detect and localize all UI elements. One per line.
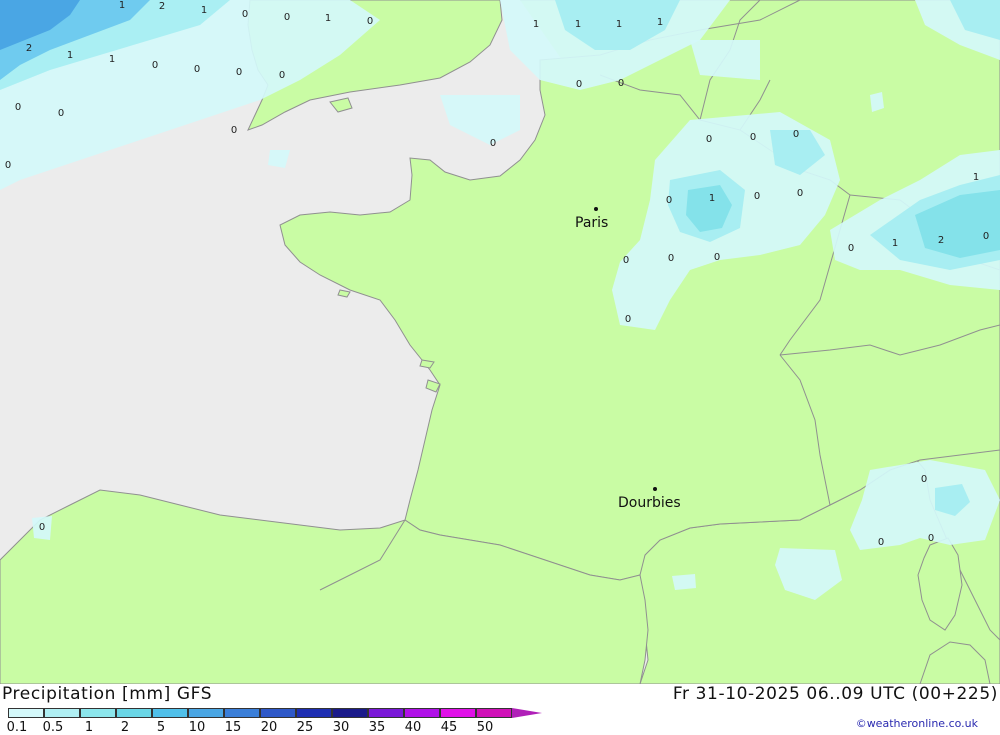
svg-text:0: 0 bbox=[39, 522, 45, 533]
svg-text:1: 1 bbox=[109, 54, 115, 65]
legend-arrow-icon bbox=[512, 708, 542, 718]
svg-text:0: 0 bbox=[367, 16, 373, 27]
svg-text:0: 0 bbox=[625, 314, 631, 325]
legend-swatch bbox=[440, 708, 476, 718]
svg-text:0: 0 bbox=[793, 129, 799, 140]
legend-swatch bbox=[404, 708, 440, 718]
svg-text:1: 1 bbox=[67, 50, 73, 61]
svg-text:0: 0 bbox=[58, 108, 64, 119]
legend-swatch bbox=[80, 708, 116, 718]
svg-text:0: 0 bbox=[5, 160, 11, 171]
legend-swatch bbox=[332, 708, 368, 718]
city-label: Paris bbox=[575, 215, 608, 231]
svg-text:2: 2 bbox=[159, 1, 165, 12]
svg-text:0: 0 bbox=[623, 255, 629, 266]
svg-text:0: 0 bbox=[284, 12, 290, 23]
svg-text:1: 1 bbox=[119, 0, 125, 11]
svg-text:1: 1 bbox=[616, 19, 622, 30]
legend-swatch bbox=[368, 708, 404, 718]
svg-text:0: 0 bbox=[152, 60, 158, 71]
svg-text:0: 0 bbox=[15, 102, 21, 113]
legend-swatch bbox=[44, 708, 80, 718]
svg-text:1: 1 bbox=[709, 193, 715, 204]
svg-text:1: 1 bbox=[657, 17, 663, 28]
svg-text:1: 1 bbox=[575, 19, 581, 30]
city-marker-icon bbox=[594, 207, 598, 211]
svg-text:0: 0 bbox=[848, 243, 854, 254]
map-canvas: 1 2 1 0 0 1 0 2 1 1 0 0 0 0 0 0 0 0 1 1 … bbox=[0, 0, 1000, 684]
svg-text:0: 0 bbox=[194, 64, 200, 75]
precipitation-map[interactable]: 1 2 1 0 0 1 0 2 1 1 0 0 0 0 0 0 0 0 1 1 … bbox=[0, 0, 1000, 684]
legend-swatch bbox=[260, 708, 296, 718]
svg-text:0: 0 bbox=[797, 188, 803, 199]
svg-text:1: 1 bbox=[201, 5, 207, 16]
svg-text:0: 0 bbox=[231, 125, 237, 136]
svg-text:0: 0 bbox=[242, 9, 248, 20]
svg-text:0: 0 bbox=[666, 195, 672, 206]
svg-text:0: 0 bbox=[714, 252, 720, 263]
svg-text:0: 0 bbox=[576, 79, 582, 90]
svg-text:0: 0 bbox=[618, 78, 624, 89]
map-footer: Precipitation [mm] GFS Fr 31-10-2025 06.… bbox=[0, 684, 1000, 735]
city-marker-icon bbox=[653, 487, 657, 491]
map-title: Precipitation [mm] GFS bbox=[2, 684, 213, 704]
legend-swatch bbox=[296, 708, 332, 718]
svg-text:0: 0 bbox=[706, 134, 712, 145]
legend-swatch bbox=[116, 708, 152, 718]
legend-swatch bbox=[188, 708, 224, 718]
svg-text:0: 0 bbox=[928, 533, 934, 544]
svg-text:0: 0 bbox=[236, 67, 242, 78]
legend-swatch bbox=[224, 708, 260, 718]
legend-swatch bbox=[8, 708, 44, 718]
svg-text:1: 1 bbox=[533, 19, 539, 30]
svg-text:0: 0 bbox=[750, 132, 756, 143]
svg-text:1: 1 bbox=[325, 13, 331, 24]
svg-text:0: 0 bbox=[983, 231, 989, 242]
svg-text:2: 2 bbox=[938, 235, 944, 246]
svg-text:0: 0 bbox=[921, 474, 927, 485]
svg-text:0: 0 bbox=[878, 537, 884, 548]
svg-text:1: 1 bbox=[973, 172, 979, 183]
svg-text:1: 1 bbox=[892, 238, 898, 249]
svg-text:2: 2 bbox=[26, 43, 32, 54]
svg-text:0: 0 bbox=[754, 191, 760, 202]
legend-swatch bbox=[476, 708, 512, 718]
svg-text:0: 0 bbox=[490, 138, 496, 149]
forecast-timestamp: Fr 31-10-2025 06..09 UTC (00+225) bbox=[672, 684, 998, 704]
svg-text:0: 0 bbox=[668, 253, 674, 264]
legend-swatch bbox=[152, 708, 188, 718]
credit-link[interactable]: ©weatheronline.co.uk bbox=[856, 717, 978, 730]
city-label: Dourbies bbox=[618, 495, 681, 511]
svg-text:0: 0 bbox=[279, 70, 285, 81]
